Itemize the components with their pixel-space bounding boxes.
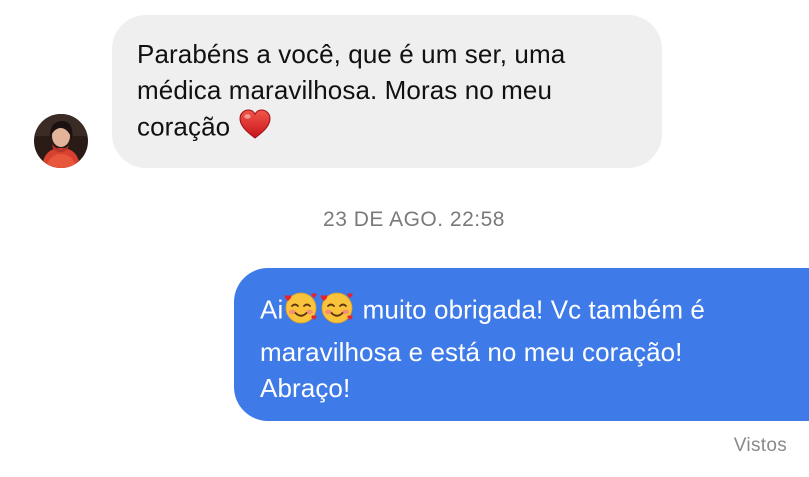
sender-avatar[interactable] (34, 114, 88, 168)
message-text: Ai (260, 294, 284, 325)
chat-thread: Parabéns a você, que é um ser, uma médic… (0, 0, 809, 477)
smiling-face-with-hearts-icon (283, 289, 319, 334)
message-text-line: médica maravilhosa. Moras no meu (137, 75, 553, 105)
message-text-line: Abraço! (260, 373, 351, 403)
incoming-message-bubble[interactable]: Parabéns a você, que é um ser, uma médic… (112, 15, 662, 168)
message-text-line: maravilhosa e está no meu coração! (260, 337, 683, 367)
red-heart-icon (238, 108, 272, 149)
seen-status: Vistos (733, 435, 787, 456)
message-text-line: Parabéns a você, que é um ser, uma (137, 39, 566, 69)
message-text: muito obrigada! Vc também é (355, 294, 705, 325)
message-text: coração (137, 111, 238, 142)
message-text-line: coração (137, 108, 642, 149)
smiling-face-with-hearts-icon (319, 289, 355, 334)
avatar-image (34, 114, 88, 168)
outgoing-message-bubble[interactable]: Ai muito obrigada! Vc também é maravilho… (234, 268, 809, 421)
message-text-line: Ai muito obrigada! Vc também é (260, 289, 797, 334)
message-timestamp: 23 DE AGO. 22:58 (323, 208, 505, 231)
